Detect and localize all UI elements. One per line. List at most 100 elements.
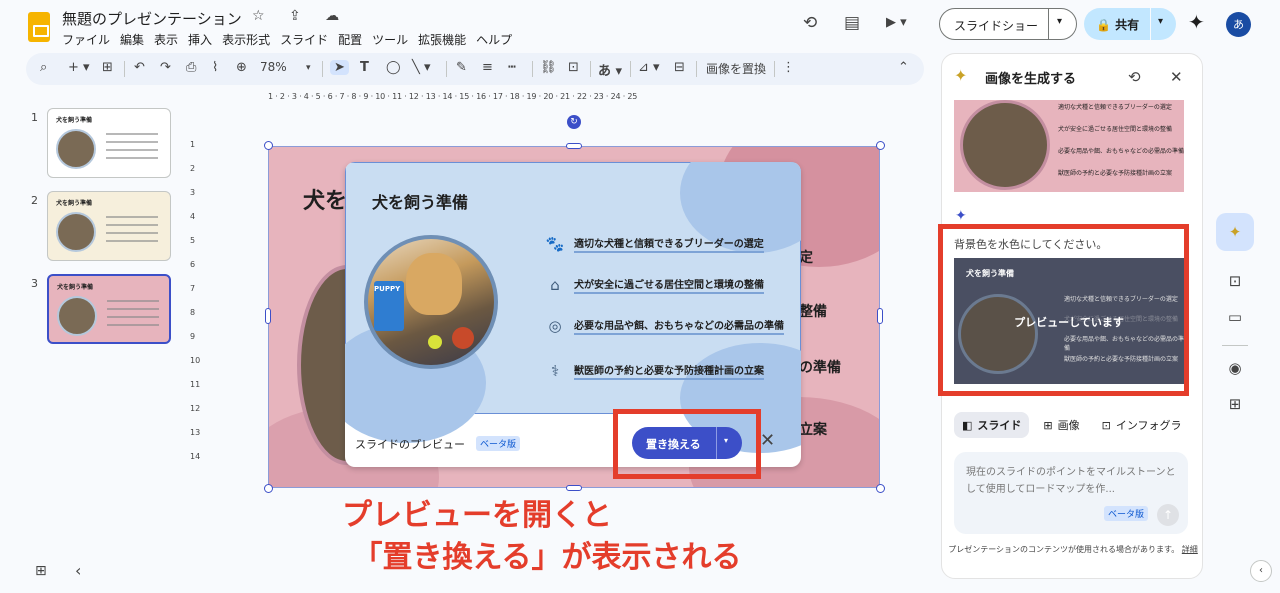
slides-logo[interactable] [28, 12, 50, 42]
menu-insert[interactable]: 挿入 [188, 31, 212, 48]
generate-image-icon[interactable]: ✦ [1216, 213, 1254, 251]
share-button[interactable]: 🔒 共有 ▾ [1084, 8, 1176, 40]
resize-handle[interactable] [566, 143, 582, 149]
line-icon[interactable]: ╲ ▾ [412, 60, 430, 75]
resize-handle[interactable] [264, 484, 273, 493]
slide-icon: ◧ [962, 418, 973, 432]
gemini-icon[interactable]: ✦ [1188, 10, 1205, 34]
learn-more-link[interactable]: 詳細 [1182, 545, 1198, 554]
paint-format-icon[interactable]: ⌇ [212, 60, 218, 75]
avatar[interactable]: あ [1226, 12, 1251, 37]
thumbnail-line [106, 232, 158, 234]
zoom-icon[interactable]: ⊕ [236, 60, 247, 75]
thumbnail-line [106, 149, 158, 151]
ruler-mark: 13 [190, 428, 201, 437]
new-icon[interactable]: + ▾ [68, 60, 90, 75]
menu-help[interactable]: ヘルプ [476, 31, 512, 48]
crop-icon[interactable]: ⊿ ▾ [638, 60, 660, 75]
slide-thumbnail-2[interactable]: 犬を飼う準備 [47, 191, 171, 261]
add-comment-icon[interactable]: ⊡ [568, 60, 579, 75]
chevron-down-icon[interactable]: ▾ [1158, 16, 1163, 27]
tab-infographic[interactable]: ⊡ インフォグラ [1094, 412, 1190, 438]
result-row: 必要な用品や餌、おもちゃなどの必需品の準備 [1058, 148, 1184, 155]
border-weight-icon[interactable]: ≡ [482, 60, 493, 75]
prompt-input[interactable]: 現在のスライドのポイントをマイルストーンとして使用してロードマップを作... [966, 464, 1176, 498]
print-icon[interactable]: ⎙ [186, 60, 196, 75]
mask-icon[interactable]: ⊟ [674, 60, 685, 75]
new-slide-icon[interactable]: ⊞ [102, 60, 113, 75]
ruler-mark: 1 [190, 140, 196, 149]
collapse-panel-icon[interactable]: ‹ [1250, 560, 1272, 582]
slide-text[interactable]: 定 [799, 247, 813, 267]
resize-handle[interactable] [264, 141, 273, 150]
more-icon[interactable]: ⋮ [782, 60, 795, 75]
ruler-mark: 8 [190, 308, 196, 317]
font-icon[interactable]: あ ▾ [598, 60, 622, 79]
folder-icon[interactable]: ▭ [1216, 298, 1254, 336]
prompt-input-card[interactable]: 現在のスライドのポイントをマイルストーンとして使用してロードマップを作... ベ… [954, 452, 1188, 534]
tab-slide[interactable]: ◧ スライド [954, 412, 1030, 438]
slide-title[interactable]: 犬を [303, 183, 347, 215]
menu-file[interactable]: ファイル [62, 31, 110, 48]
slide-thumbnail-1[interactable]: 犬を飼う準備 [47, 108, 171, 178]
history-icon[interactable]: ⟲ [1128, 68, 1141, 86]
menu-view[interactable]: 表示 [154, 31, 178, 48]
textbox-icon[interactable]: T [360, 60, 369, 75]
resize-handle[interactable] [265, 308, 271, 324]
collapse-filmstrip-icon[interactable]: ‹ [75, 561, 81, 580]
resize-handle[interactable] [876, 141, 885, 150]
vertical-ruler[interactable]: 1 2 3 4 5 6 7 8 9 10 11 12 13 14 [190, 140, 204, 490]
ruler-mark: 5 [190, 236, 196, 245]
pen-icon[interactable]: ✎ [456, 60, 467, 75]
ruler-mark: 7 [190, 284, 196, 293]
shape-icon[interactable]: ◯ [386, 60, 401, 75]
record-icon[interactable]: ◉ [1216, 349, 1254, 387]
resize-handle[interactable] [876, 484, 885, 493]
resize-handle[interactable] [877, 308, 883, 324]
resize-handle[interactable] [566, 485, 582, 491]
slideshow-button[interactable]: スライドショー ▾ [939, 8, 1077, 40]
slide-text[interactable]: の準備 [799, 357, 841, 377]
close-icon[interactable]: ✕ [1170, 68, 1183, 86]
slide-text[interactable]: 立案 [799, 419, 827, 439]
history-icon[interactable]: ⟲ [803, 13, 817, 33]
redo-icon[interactable]: ↷ [160, 60, 171, 75]
chevron-down-icon[interactable]: ▾ [306, 63, 311, 73]
replace-image-button[interactable]: 画像を置換 [706, 60, 766, 77]
generated-image-result[interactable]: 適切な犬種と信頼できるブリーダーの選定 犬が安全に過ごせる居住空間と環境の整備 … [954, 100, 1184, 192]
menu-edit[interactable]: 編集 [120, 31, 144, 48]
menu-extensions[interactable]: 拡張機能 [418, 31, 466, 48]
chevron-down-icon[interactable]: ▾ [1057, 16, 1062, 27]
close-icon[interactable]: ✕ [760, 430, 775, 451]
document-title[interactable]: 無題のプレゼンテーション [62, 8, 242, 29]
search-icon[interactable]: ⌕ [40, 60, 47, 75]
zoom-select[interactable]: 78% [260, 60, 287, 74]
ruler-mark: 2 [190, 164, 196, 173]
keep-icon[interactable]: ⊡ [1216, 262, 1254, 300]
camera-icon[interactable]: ⊞ [1216, 385, 1254, 423]
slide-text[interactable]: 整備 [799, 301, 827, 321]
collapse-icon[interactable]: ⌃ [898, 60, 909, 75]
link-icon[interactable]: ⛓ [540, 60, 557, 75]
tab-image[interactable]: ⊞ 画像 [1035, 412, 1087, 438]
menu-slide[interactable]: スライド [280, 31, 328, 48]
select-icon[interactable]: ➤ [330, 60, 349, 75]
tab-label: インフォグラ [1115, 419, 1182, 432]
rotate-handle-icon[interactable]: ↻ [567, 115, 581, 129]
photo-ball [428, 335, 442, 349]
comment-icon[interactable]: ▤ [844, 13, 860, 33]
slide-thumbnail-3[interactable]: 犬を飼う準備 [47, 274, 171, 344]
grid-view-icon[interactable]: ⊞ [35, 563, 47, 579]
menu-arrange[interactable]: 配置 [338, 31, 362, 48]
menu-tools[interactable]: ツール [372, 31, 408, 48]
divider [696, 61, 697, 77]
horizontal-ruler[interactable]: 1 · 2 · 3 · 4 · 5 · 6 · 7 · 8 · 9 · 10 ·… [268, 92, 882, 106]
border-dash-icon[interactable]: ┅ [508, 60, 516, 75]
undo-icon[interactable]: ↶ [134, 60, 145, 75]
meet-icon[interactable]: ▶ ▾ [886, 15, 907, 30]
send-icon[interactable]: ↑ [1157, 504, 1179, 526]
image-icon: ⊞ [1043, 418, 1053, 432]
menu-format[interactable]: 表示形式 [222, 31, 270, 48]
title-action-icons[interactable]: ☆ ⇪ ☁ [252, 8, 349, 24]
generate-tabs: ◧ スライド ⊞ 画像 ⊡ インフォグラ [954, 412, 1190, 438]
